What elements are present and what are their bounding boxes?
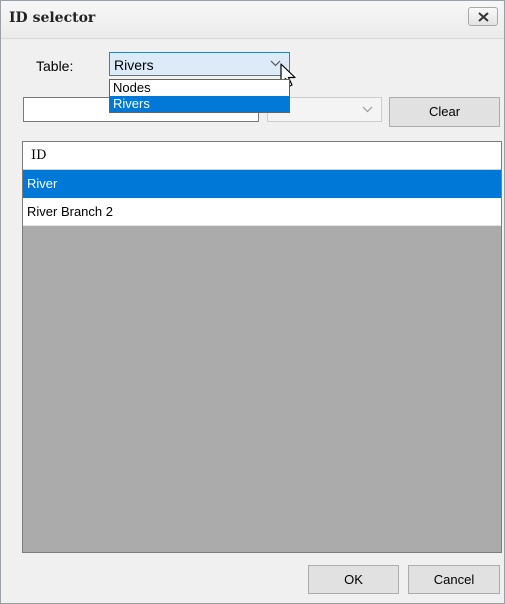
cancel-button[interactable]: Cancel bbox=[408, 565, 500, 594]
clear-button[interactable]: Clear bbox=[389, 97, 500, 127]
dialog-title: ID selector bbox=[9, 10, 96, 26]
title-bar: ID selector bbox=[1, 1, 504, 39]
column-header-id[interactable]: ID bbox=[23, 142, 501, 170]
dropdown-option-nodes[interactable]: Nodes bbox=[110, 80, 289, 96]
dropdown-option-rivers[interactable]: Rivers bbox=[110, 96, 289, 112]
table-dropdown-list: Nodes Rivers bbox=[109, 79, 290, 113]
table-row[interactable]: River bbox=[23, 170, 501, 198]
table-row[interactable]: River Branch 2 bbox=[23, 198, 501, 226]
ok-button[interactable]: OK bbox=[308, 565, 399, 594]
table-select-value: Rivers bbox=[114, 57, 154, 73]
table-select[interactable]: Rivers bbox=[109, 52, 290, 76]
id-grid: ID River River Branch 2 bbox=[22, 141, 502, 553]
table-label: Table: bbox=[36, 58, 74, 74]
chevron-down-icon bbox=[362, 106, 373, 113]
id-selector-dialog: ID selector Table: Rivers Clear Nodes Ri… bbox=[0, 0, 505, 604]
close-icon bbox=[478, 12, 489, 22]
close-button[interactable] bbox=[468, 7, 498, 26]
